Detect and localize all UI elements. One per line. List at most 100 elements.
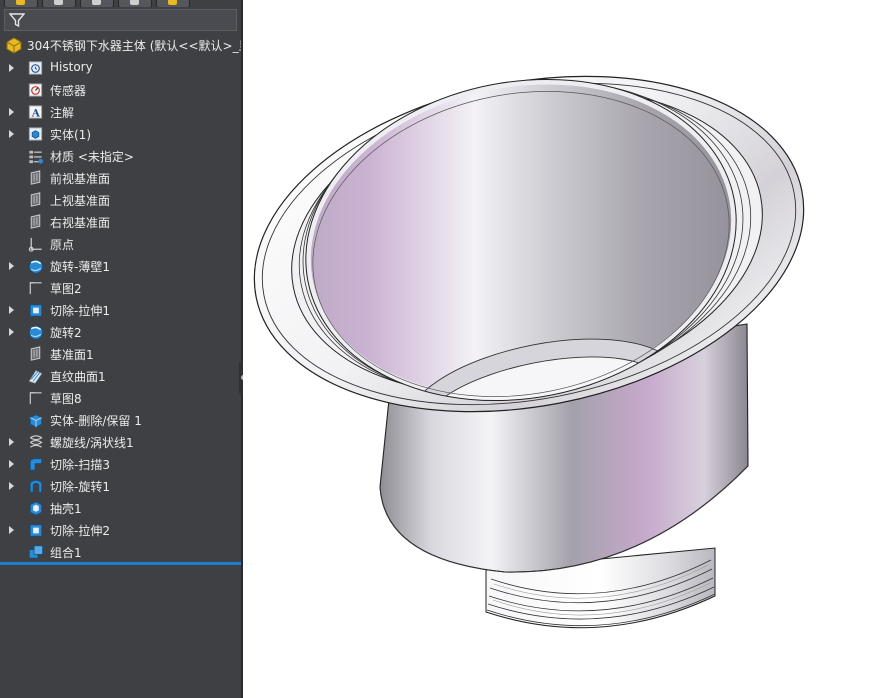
tree-item[interactable]: 实体-删除/保留 1 <box>0 409 241 431</box>
expand-arrow-icon[interactable] <box>9 482 14 490</box>
root-part-label: 304不锈钢下水器主体 (默认<<默认>_显 <box>27 39 241 53</box>
tree-item[interactable]: 草图2 <box>0 277 241 299</box>
tree-item-label: 注解 <box>50 106 75 120</box>
tree-item[interactable]: 组合1 <box>0 541 241 563</box>
tree-item-label: 旋转-薄壁1 <box>50 260 110 274</box>
tree-item[interactable]: 实体(1) <box>0 123 241 145</box>
expand-arrow-icon[interactable] <box>9 526 14 534</box>
origin-icon <box>28 237 42 252</box>
cut-extrude-icon <box>29 524 43 537</box>
tree-item-label: 上视基准面 <box>50 194 111 208</box>
tree-item-label: 前视基准面 <box>50 172 111 186</box>
panel-tabs <box>0 0 241 7</box>
tree-item-label: 旋转2 <box>50 326 82 340</box>
tree-item-label: 草图8 <box>50 392 82 406</box>
plane-icon <box>30 346 41 361</box>
revolve-icon <box>28 325 43 340</box>
shell-icon <box>29 501 43 516</box>
tree-item-label: 基准面1 <box>50 348 94 362</box>
solid-body-icon <box>28 127 43 141</box>
tab-property-manager[interactable] <box>42 0 76 7</box>
tree-item-label: 切除-旋转1 <box>50 480 110 494</box>
plane-icon <box>30 170 41 185</box>
tree-item[interactable]: 切除-扫描3 <box>0 453 241 475</box>
dimxpert-tab-icon <box>130 0 139 5</box>
tree-item[interactable]: History <box>0 57 241 79</box>
tree-item[interactable]: 旋转-薄壁1 <box>0 255 241 277</box>
tree-item[interactable]: 原点 <box>0 233 241 255</box>
property-tab-icon <box>54 0 63 5</box>
tree-item-label: 实体(1) <box>50 128 91 142</box>
tree-item[interactable]: 螺旋线/涡状线1 <box>0 431 241 453</box>
tab-dimxpert[interactable] <box>118 0 152 7</box>
tree-item[interactable]: 草图8 <box>0 387 241 409</box>
tab-display-manager[interactable] <box>156 0 190 7</box>
expand-arrow-icon[interactable] <box>9 130 14 138</box>
tree-item-label: 草图2 <box>50 282 82 296</box>
expand-arrow-icon[interactable] <box>9 438 14 446</box>
expand-arrow-icon[interactable] <box>9 108 14 116</box>
cut-revolve-icon <box>29 479 43 493</box>
cut-sweep-icon <box>29 458 43 471</box>
delete-body-icon <box>29 414 43 428</box>
tree-item-label: 直纹曲面1 <box>50 370 106 384</box>
tree-item[interactable]: A 注解 <box>0 101 241 123</box>
tree-item[interactable]: 右视基准面 <box>0 211 241 233</box>
tree-item-label: History <box>50 60 93 74</box>
feature-tab-icon <box>16 0 25 5</box>
tree-item-label: 原点 <box>50 238 75 252</box>
svg-text:A: A <box>31 107 41 119</box>
feature-manager-panel: 304不锈钢下水器主体 (默认<<默认>_显 History 传感器 A 注解实体(1… <box>0 0 243 698</box>
tree-item-label: 切除-扫描3 <box>50 458 110 472</box>
history-icon <box>28 61 43 75</box>
sink-drain-model[interactable] <box>243 0 870 698</box>
tree-item[interactable]: 切除-拉伸1 <box>0 299 241 321</box>
tree-item[interactable]: 传感器 <box>0 79 241 101</box>
tree-item[interactable]: 上视基准面 <box>0 189 241 211</box>
rollback-bar[interactable] <box>0 562 241 565</box>
display-tab-icon <box>168 0 177 5</box>
config-tab-icon <box>92 0 101 5</box>
part-icon <box>6 37 22 54</box>
plane-icon <box>30 214 41 229</box>
expand-arrow-icon[interactable] <box>9 328 14 336</box>
helix-icon <box>30 435 43 448</box>
tree-item[interactable]: 旋转2 <box>0 321 241 343</box>
tree-item-label: 抽壳1 <box>50 502 82 516</box>
tree-item-label: 螺旋线/涡状线1 <box>50 436 134 450</box>
sketch-icon <box>29 392 42 405</box>
tab-feature-manager[interactable] <box>4 0 38 7</box>
filter-icon <box>9 13 25 28</box>
tree-item[interactable]: 前视基准面 <box>0 167 241 189</box>
tree-item-label: 材质 <未指定> <box>50 150 134 164</box>
tab-configuration-manager[interactable] <box>80 0 114 7</box>
tree-item[interactable]: 材质 <未指定> <box>0 145 241 167</box>
tree-item-label: 实体-删除/保留 1 <box>50 414 142 428</box>
tree-item[interactable]: 基准面1 <box>0 343 241 365</box>
annotation-icon: A <box>28 105 43 119</box>
tree-item-label: 切除-拉伸1 <box>50 304 110 318</box>
expand-arrow-icon[interactable] <box>9 64 14 72</box>
tree-item[interactable]: 抽壳1 <box>0 497 241 519</box>
plane-icon <box>30 192 41 207</box>
sensor-icon <box>28 83 43 97</box>
combine-icon <box>28 545 43 559</box>
tree-item-label: 右视基准面 <box>50 216 111 230</box>
expand-arrow-icon[interactable] <box>9 262 14 270</box>
tree-item-label: 组合1 <box>50 546 82 560</box>
revolve-icon <box>28 259 43 274</box>
tree-filter-box[interactable] <box>4 9 237 31</box>
graphics-viewport[interactable] <box>243 0 870 698</box>
tree-item[interactable]: 切除-旋转1 <box>0 475 241 497</box>
expand-arrow-icon[interactable] <box>9 306 14 314</box>
ruled-surface-icon <box>28 370 43 384</box>
cut-extrude-icon <box>29 304 43 317</box>
root-part-node[interactable]: 304不锈钢下水器主体 (默认<<默认>_显 <box>0 34 241 56</box>
tree-item-label: 传感器 <box>50 84 87 98</box>
sketch-icon <box>29 282 42 295</box>
tree-item-label: 切除-拉伸2 <box>50 524 110 538</box>
material-icon <box>29 150 44 164</box>
tree-item[interactable]: 切除-拉伸2 <box>0 519 241 541</box>
expand-arrow-icon[interactable] <box>9 460 14 468</box>
tree-item[interactable]: 直纹曲面1 <box>0 365 241 387</box>
